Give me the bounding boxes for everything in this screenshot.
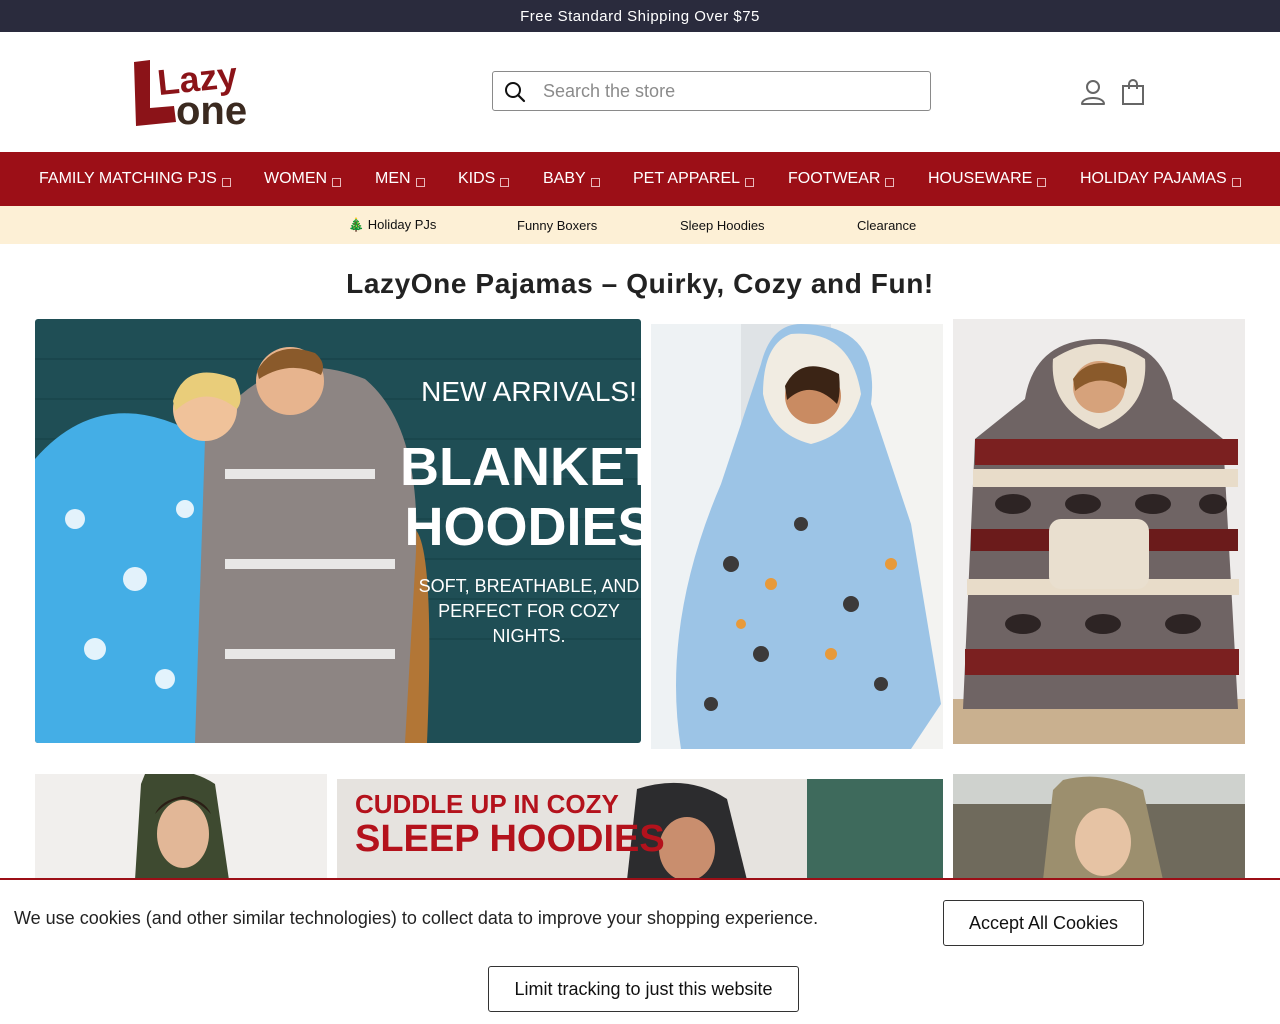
product-tile-tan-hoodie[interactable]	[953, 774, 1245, 880]
nav-item-family-matching-pjs[interactable]: FAMILY MATCHING PJS	[39, 152, 231, 206]
nav-label: BABY	[543, 170, 586, 187]
shopping-bag-icon[interactable]	[1119, 78, 1147, 106]
nav-label: HOUSEWARE	[928, 170, 1033, 187]
account-icon[interactable]	[1079, 78, 1107, 106]
lazyone-logo[interactable]: Lazy one	[128, 54, 270, 133]
subnav-clearance[interactable]: Clearance	[857, 206, 916, 244]
sub-nav: 🎄 Holiday PJs Funny Boxers Sleep Hoodies…	[0, 206, 1280, 244]
nav-label: HOLIDAY PAJAMAS	[1080, 170, 1227, 187]
main-nav: FAMILY MATCHING PJS WOMEN MEN KIDS BABY …	[0, 152, 1280, 206]
subnav-sleep-hoodies[interactable]: Sleep Hoodies	[680, 206, 765, 244]
chevron-down-icon	[885, 177, 895, 187]
search-input[interactable]	[537, 73, 889, 109]
banner-line-sleep-hoodies: SLEEP HOODIES	[355, 818, 665, 860]
page-title: LazyOne Pajamas – Quirky, Cozy and Fun!	[346, 268, 934, 299]
chevron-down-icon	[745, 177, 755, 187]
nav-label: FAMILY MATCHING PJS	[39, 170, 217, 187]
nav-label: MEN	[375, 170, 411, 187]
sleep-hoodies-banner-image: CUDDLE UP IN COZY SLEEP HOODIES	[337, 779, 943, 880]
announcement-text: Free Standard Shipping Over $75	[520, 7, 760, 25]
sleep-hoodies-banner-tile[interactable]: CUDDLE UP IN COZY SLEEP HOODIES	[337, 779, 943, 880]
chevron-down-icon	[1231, 177, 1241, 187]
nav-item-kids[interactable]: KIDS	[458, 152, 510, 206]
hero-line-nights: NIGHTS.	[492, 626, 565, 646]
product-image-cat-hoodie	[651, 324, 943, 749]
nav-item-baby[interactable]: BABY	[543, 152, 600, 206]
product-image-buffalo-hoodie	[953, 319, 1245, 744]
nav-label: PET APPAREL	[633, 170, 741, 187]
product-tile-buffalo-hoodie[interactable]	[953, 319, 1245, 744]
search-box	[492, 71, 931, 111]
chevron-down-icon	[1037, 177, 1047, 187]
cookie-message: We use cookies (and other similar techno…	[14, 908, 819, 928]
nav-label: WOMEN	[264, 170, 328, 187]
product-tile-cat-hoodie[interactable]	[651, 324, 943, 749]
chevron-down-icon	[415, 177, 425, 187]
announcement-bar: Free Standard Shipping Over $75	[0, 0, 1280, 32]
hero-line-blanket: BLANKET	[400, 437, 641, 497]
hero-image: NEW ARRIVALS! BLANKET HOODIES SOFT, BREA…	[35, 319, 641, 743]
hero-line-hoodies: HOODIES	[404, 497, 641, 557]
nav-item-pet-apparel[interactable]: PET APPAREL	[633, 152, 755, 206]
logo-one-text: one	[176, 89, 247, 130]
nav-item-men[interactable]: MEN	[375, 152, 425, 206]
logo-mark: Lazy one	[134, 54, 247, 133]
nav-item-holiday-pajamas[interactable]: HOLIDAY PAJAMAS	[1080, 152, 1241, 206]
hero-line-new-arrivals: NEW ARRIVALS!	[421, 376, 637, 407]
nav-item-houseware[interactable]: HOUSEWARE	[928, 152, 1047, 206]
banner-line-cuddle: CUDDLE UP IN COZY	[355, 789, 619, 819]
hero-line-perfect: PERFECT FOR COZY	[438, 601, 620, 621]
chevron-down-icon	[590, 177, 600, 187]
hero-blanket-hoodies-tile[interactable]: NEW ARRIVALS! BLANKET HOODIES SOFT, BREA…	[35, 319, 641, 743]
nav-label: FOOTWEAR	[788, 170, 881, 187]
chevron-down-icon	[332, 177, 342, 187]
chevron-down-icon	[221, 177, 231, 187]
nav-item-women[interactable]: WOMEN	[264, 152, 342, 206]
limit-tracking-button[interactable]: Limit tracking to just this website	[488, 966, 799, 1012]
nav-item-footwear[interactable]: FOOTWEAR	[788, 152, 895, 206]
product-image-tan-hoodie	[953, 774, 1245, 880]
chevron-down-icon	[500, 177, 510, 187]
nav-label: KIDS	[458, 170, 496, 187]
search-icon[interactable]	[503, 80, 527, 104]
subnav-funny-boxers[interactable]: Funny Boxers	[517, 206, 597, 244]
cookie-consent-bar: We use cookies (and other similar techno…	[0, 878, 1280, 1024]
product-tile-green-plaid-hoodie[interactable]	[35, 774, 327, 880]
hero-line-soft: SOFT, BREATHABLE, AND	[419, 576, 640, 596]
accept-all-cookies-button[interactable]: Accept All Cookies	[943, 900, 1144, 946]
product-image-green-hoodie	[35, 774, 327, 880]
subnav-holiday-pjs[interactable]: 🎄 Holiday PJs	[348, 206, 436, 244]
